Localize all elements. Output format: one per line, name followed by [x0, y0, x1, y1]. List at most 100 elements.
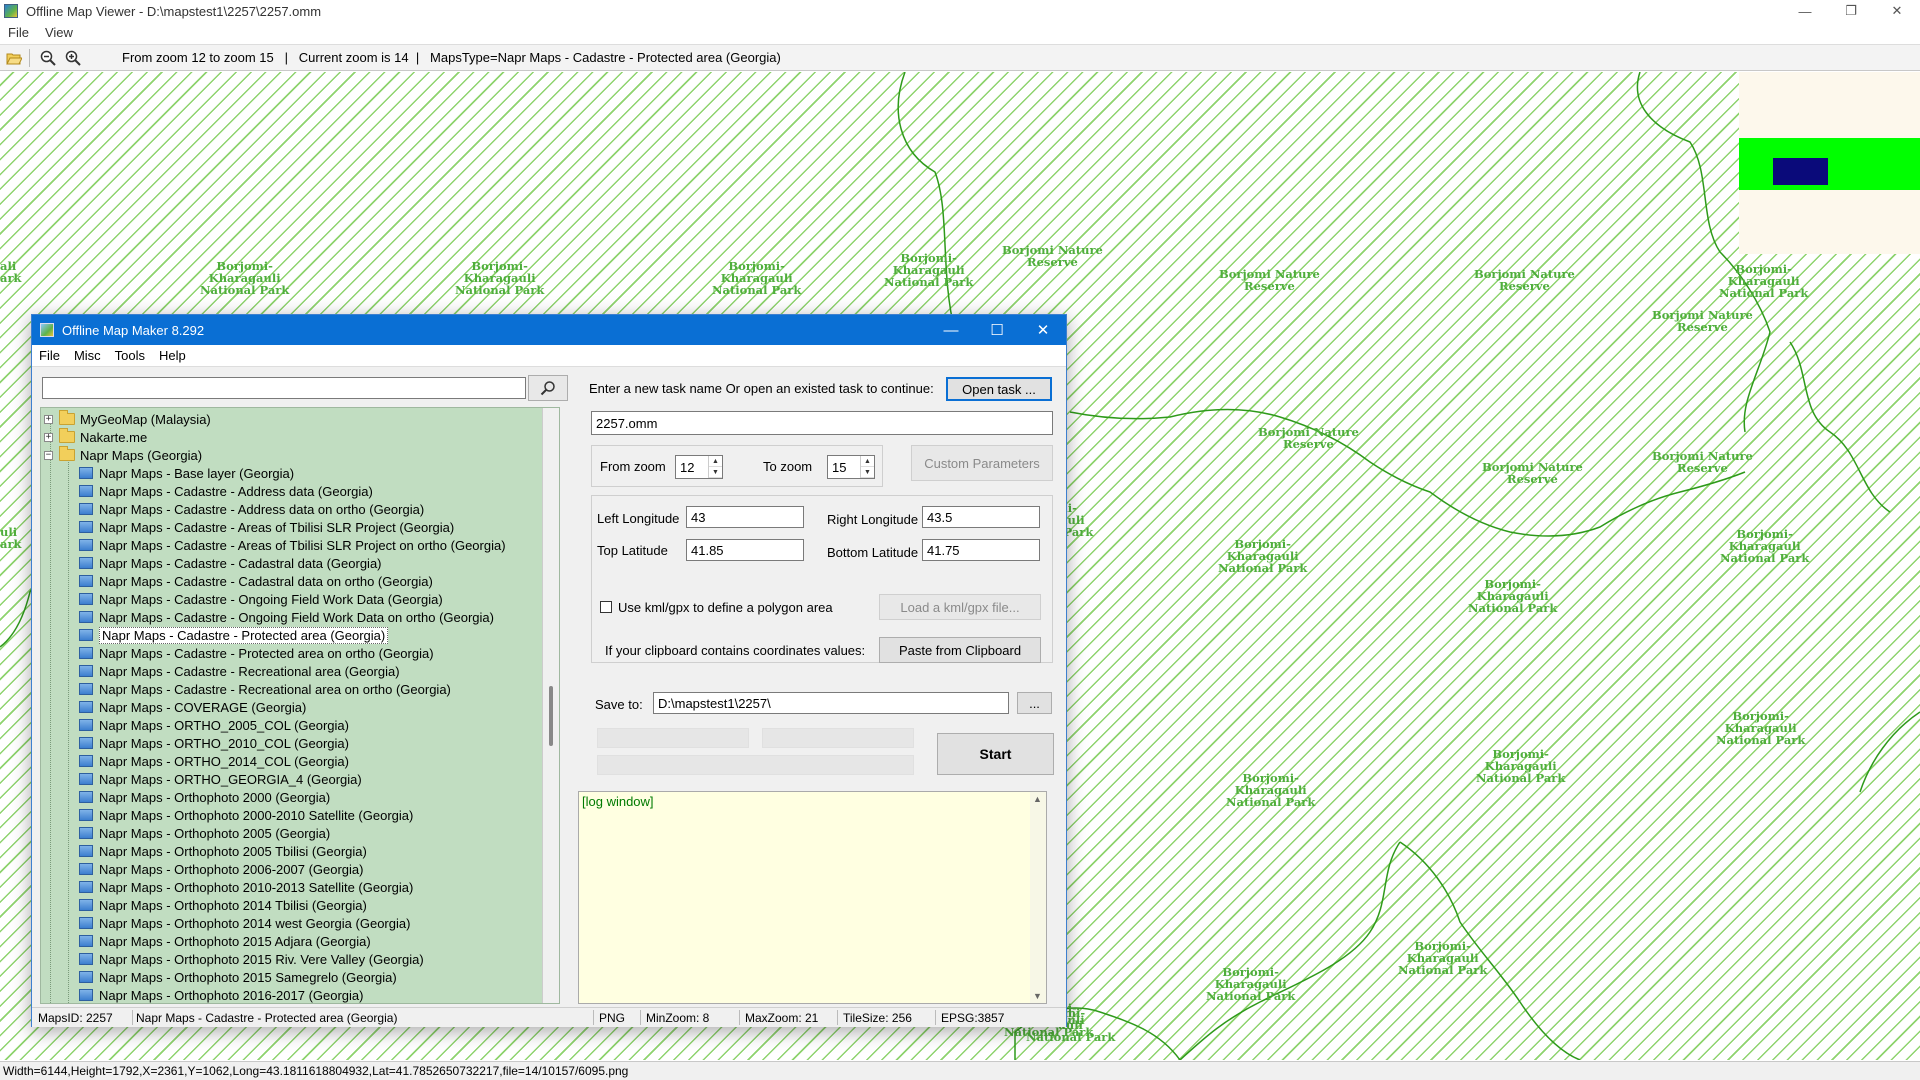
tree-item[interactable]: Napr Maps - Cadastre - Address data (Geo…	[79, 482, 373, 500]
tree-item[interactable]: Napr Maps - Cadastre - Ongoing Field Wor…	[79, 608, 494, 626]
tree-folder[interactable]: + MyGeoMap (Malaysia)	[44, 410, 211, 428]
tree-item[interactable]: Napr Maps - Orthophoto 2014 west Georgia…	[79, 914, 410, 932]
tree-item[interactable]: Napr Maps - Cadastre - Address data on o…	[79, 500, 424, 518]
tree-item[interactable]: Napr Maps - Cadastre - Ongoing Field Wor…	[79, 590, 443, 608]
tree-item[interactable]: Napr Maps - Cadastre - Recreational area…	[79, 662, 400, 680]
restore-button[interactable]: ❐	[1828, 0, 1874, 22]
tree-item[interactable]: Napr Maps - Orthophoto 2015 Adjara (Geor…	[79, 932, 371, 950]
dialog-close-button[interactable]: ✕	[1020, 315, 1066, 345]
spin-up-icon[interactable]: ▲	[709, 456, 722, 467]
task-name-field[interactable]: 2257.omm	[591, 411, 1053, 435]
status-separator	[837, 1010, 838, 1025]
expand-icon[interactable]: +	[44, 432, 53, 442]
open-folder-button[interactable]	[3, 47, 25, 69]
log-scrollbar[interactable]: ▲ ▼	[1030, 792, 1046, 1003]
map-label: Borjomi- Kharagauli National Park	[1226, 771, 1316, 809]
tree-item[interactable]: Napr Maps - ORTHO_GEORGIA_4 (Georgia)	[79, 770, 362, 788]
open-task-button[interactable]: Open task ...	[946, 377, 1052, 401]
load-kml-button[interactable]: Load a kml/gpx file...	[879, 594, 1041, 620]
tree-item[interactable]: Napr Maps - ORTHO_2014_COL (Georgia)	[79, 752, 349, 770]
collapse-icon[interactable]: −	[44, 450, 53, 460]
to-zoom-spin[interactable]: ▲ ▼	[860, 456, 874, 478]
minimize-button[interactable]: —	[1782, 0, 1828, 22]
menu-file[interactable]: File	[0, 25, 37, 40]
search-input[interactable]	[42, 377, 526, 399]
map-layer-icon	[79, 863, 93, 875]
tree-scrollbar[interactable]	[542, 408, 559, 1003]
tree-item[interactable]: Napr Maps - Orthophoto 2005 (Georgia)	[79, 824, 330, 842]
tree-folder[interactable]: − Napr Maps (Georgia)	[44, 446, 202, 464]
tree-item[interactable]: Napr Maps - Orthophoto 2000-2010 Satelli…	[79, 806, 413, 824]
search-button[interactable]	[528, 375, 568, 401]
maps-tree[interactable]: + MyGeoMap (Malaysia) + Nakarte.me − Napr Map…	[40, 407, 560, 1004]
browse-button[interactable]: ...	[1017, 692, 1052, 714]
tree-item[interactable]: Napr Maps - Orthophoto 2015 Samegrelo (G…	[79, 968, 397, 986]
status-format: PNG	[599, 1011, 626, 1025]
dialog-maximize-button[interactable]: ☐	[974, 315, 1020, 345]
spin-up-icon[interactable]: ▲	[861, 456, 874, 467]
tree-item[interactable]: Napr Maps - Orthophoto 2016-2017 (Georgi…	[79, 986, 363, 1003]
menu-tools[interactable]: Tools	[108, 348, 152, 363]
tree-item[interactable]: Napr Maps - Base layer (Georgia)	[79, 464, 294, 482]
tree-item[interactable]: Napr Maps - Orthophoto 2000 (Georgia)	[79, 788, 330, 806]
map-layer-icon	[79, 521, 93, 533]
map-layer-icon	[79, 971, 93, 983]
map-layer-icon	[79, 953, 93, 965]
dialog-titlebar[interactable]: Offline Map Maker 8.292 — ☐ ✕	[32, 315, 1066, 345]
map-label: Borjomi Nature Reserve	[1002, 243, 1103, 269]
dialog-minimize-button[interactable]: —	[928, 315, 974, 345]
scroll-down-icon[interactable]: ▼	[1033, 991, 1042, 1001]
tree-item[interactable]: Napr Maps - Cadastre - Protected area (G…	[79, 626, 389, 644]
from-zoom-spin[interactable]: ▲ ▼	[708, 456, 722, 478]
left-longitude-field[interactable]: 43	[686, 506, 804, 528]
map-layer-icon	[79, 845, 93, 857]
spin-down-icon[interactable]: ▼	[861, 467, 874, 478]
tree-item[interactable]: Napr Maps - COVERAGE (Georgia)	[79, 698, 306, 716]
menu-misc[interactable]: Misc	[67, 348, 108, 363]
tree-item[interactable]: Napr Maps - Orthophoto 2014 Tbilisi (Geo…	[79, 896, 367, 914]
tree-folder[interactable]: + Nakarte.me	[44, 428, 147, 446]
tree-item[interactable]: Napr Maps - Cadastre - Protected area on…	[79, 644, 434, 662]
zoom-in-button[interactable]	[62, 47, 84, 69]
tree-item[interactable]: Napr Maps - Cadastre - Areas of Tbilisi …	[79, 518, 454, 536]
tree-item[interactable]: Napr Maps - Cadastre - Areas of Tbilisi …	[79, 536, 506, 554]
paste-clipboard-button[interactable]: Paste from Clipboard	[879, 637, 1041, 663]
expand-icon[interactable]: +	[44, 414, 53, 424]
menu-view[interactable]: View	[37, 25, 81, 40]
tree-item[interactable]: Napr Maps - Cadastre - Cadastral data (G…	[79, 554, 382, 572]
tree-item[interactable]: Napr Maps - Orthophoto 2010-2013 Satelli…	[79, 878, 413, 896]
map-layer-icon	[79, 647, 93, 659]
map-layer-icon	[79, 503, 93, 515]
map-maker-dialog: Offline Map Maker 8.292 — ☐ ✕ File Misc …	[31, 314, 1067, 1027]
save-path-field[interactable]: D:\mapstest1\2257\	[653, 692, 1009, 714]
custom-parameters-button[interactable]: Custom Parameters	[911, 445, 1053, 481]
menu-help[interactable]: Help	[152, 348, 193, 363]
menu-file[interactable]: File	[32, 348, 67, 363]
tree-folder-label: Nakarte.me	[80, 429, 148, 445]
map-layer-icon	[79, 629, 93, 641]
log-window[interactable]: [log window] ▲ ▼	[578, 791, 1047, 1004]
zoom-out-button[interactable]	[37, 47, 59, 69]
scrollbar-thumb[interactable]	[549, 686, 553, 746]
spin-down-icon[interactable]: ▼	[709, 467, 722, 478]
close-button[interactable]: ✕	[1874, 0, 1920, 22]
window-titlebar: Offline Map Viewer - D:\mapstest1\2257\2…	[0, 0, 1920, 22]
tree-item-label: Napr Maps - Orthophoto 2015 Samegrelo (G…	[99, 969, 397, 985]
tree-item[interactable]: Napr Maps - ORTHO_2010_COL (Georgia)	[79, 734, 349, 752]
tree-item[interactable]: Napr Maps - Orthophoto 2006-2007 (Georgi…	[79, 860, 363, 878]
bottom-latitude-field[interactable]: 41.75	[922, 539, 1040, 561]
tree-item[interactable]: Napr Maps - Orthophoto 2015 Riv. Vere Va…	[79, 950, 424, 968]
tree-item-label: Napr Maps - ORTHO_2005_COL (Georgia)	[99, 717, 349, 733]
window-title: Offline Map Viewer - D:\mapstest1\2257\2…	[26, 3, 322, 19]
start-button[interactable]: Start	[937, 733, 1054, 775]
tree-item[interactable]: Napr Maps - Cadastre - Cadastral data on…	[79, 572, 433, 590]
map-layer-icon	[79, 485, 93, 497]
tree-item[interactable]: Napr Maps - Orthophoto 2005 Tbilisi (Geo…	[79, 842, 367, 860]
kml-checkbox[interactable]	[600, 601, 612, 613]
right-longitude-field[interactable]: 43.5	[922, 506, 1040, 528]
tree-item[interactable]: Napr Maps - ORTHO_2005_COL (Georgia)	[79, 716, 349, 734]
scroll-up-icon[interactable]: ▲	[1033, 794, 1042, 804]
tree-item[interactable]: Napr Maps - Cadastre - Recreational area…	[79, 680, 451, 698]
top-latitude-field[interactable]: 41.85	[686, 539, 804, 561]
map-label: Borjomi- Kharagauli National Park	[1218, 537, 1308, 575]
